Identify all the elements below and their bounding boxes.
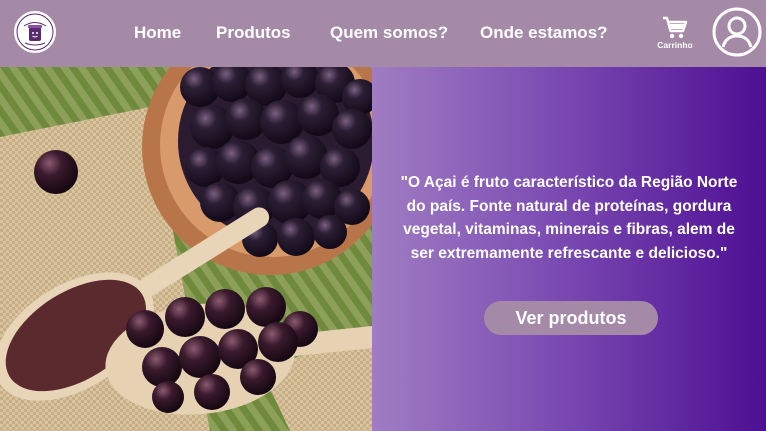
nav-home[interactable]: Home (134, 22, 181, 44)
acai-berries-bowl-spoons-photo (0, 67, 372, 431)
nav-produtos[interactable]: Produtos (216, 22, 291, 44)
nav-quem-somos[interactable]: Quem somos? (330, 22, 448, 44)
cart-label: Carrinho (657, 40, 693, 50)
ver-produtos-button[interactable]: Ver produtos (484, 301, 658, 335)
user-account-icon (712, 7, 762, 57)
hero-quote: "O Açai é fruto característico da Região… (400, 174, 738, 262)
user-account-button[interactable] (712, 7, 762, 57)
cart-button[interactable]: Carrinho (652, 16, 698, 56)
navbar: Home Produtos Quem somos? Onde estamos? … (0, 0, 766, 67)
hero-panel: "O Açai é fruto característico da Região… (372, 67, 766, 431)
nav-onde-estamos[interactable]: Onde estamos? (480, 22, 608, 44)
shopping-cart-icon (663, 16, 688, 39)
acai-cup-logo-icon[interactable] (14, 11, 56, 53)
